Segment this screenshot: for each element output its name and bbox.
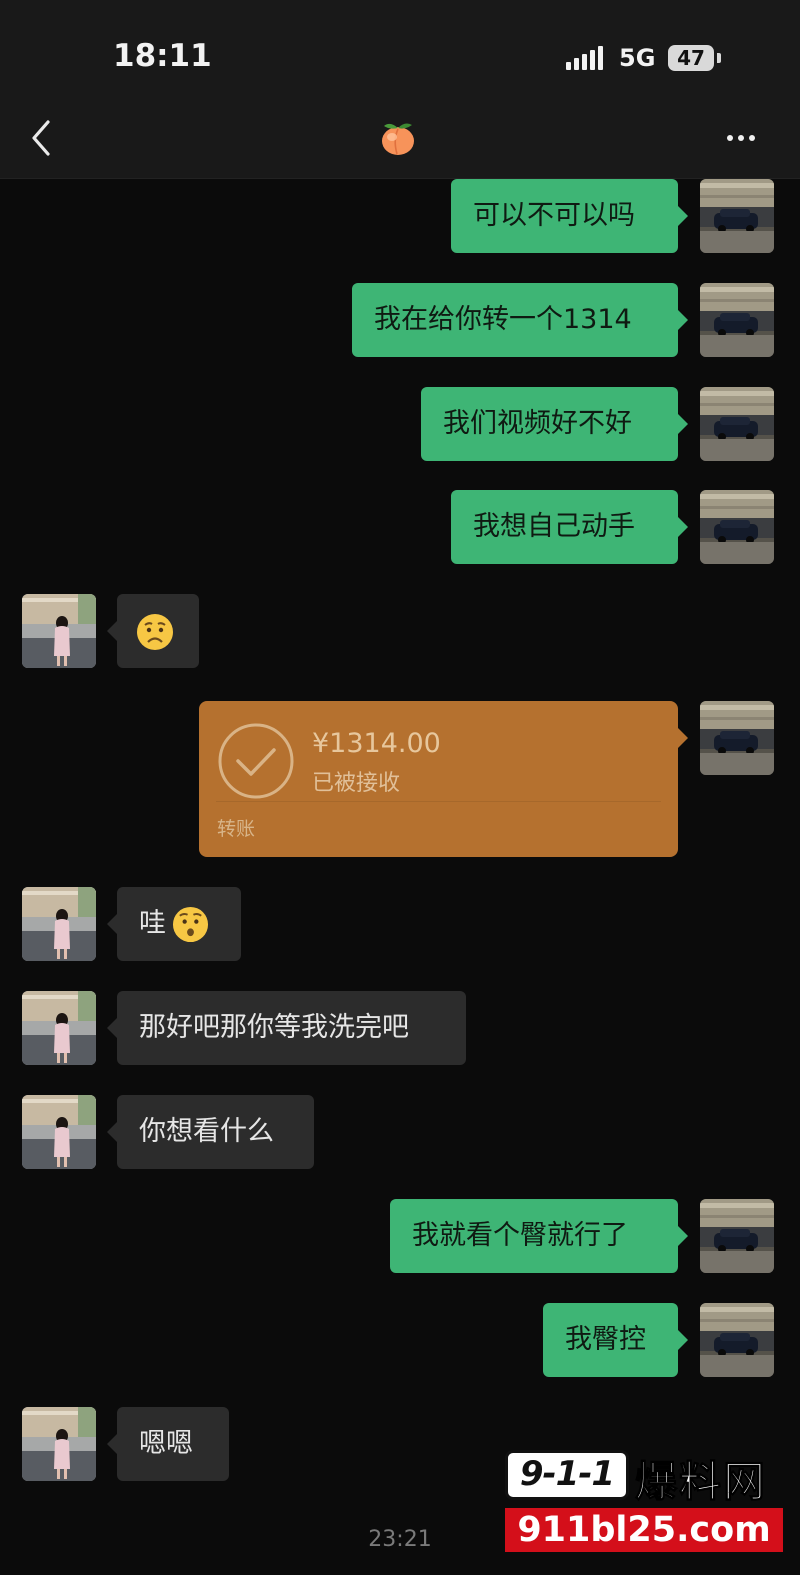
contact-avatar[interactable] bbox=[22, 991, 96, 1065]
my-avatar[interactable] bbox=[700, 701, 774, 775]
message-bubble-outgoing[interactable]: 我就看个臀就行了 bbox=[390, 1199, 688, 1273]
network-type: 5G bbox=[619, 44, 656, 72]
transfer-card[interactable]: ¥1314.00 已被接收 转账 bbox=[199, 701, 688, 857]
battery-icon: 47 bbox=[668, 45, 714, 71]
more-button[interactable] bbox=[727, 135, 760, 141]
message-bubble-incoming[interactable]: 嗯嗯 bbox=[107, 1407, 229, 1481]
worried-face-emoji bbox=[137, 614, 173, 650]
back-button[interactable] bbox=[30, 118, 54, 162]
chat-header bbox=[0, 100, 800, 179]
watermark: 9-1-1 爆料网 911bl25.com bbox=[505, 1450, 783, 1560]
my-avatar[interactable] bbox=[700, 283, 774, 357]
watermark-url: 911bl25.com bbox=[505, 1508, 783, 1552]
status-time: 18:11 bbox=[113, 38, 212, 74]
chevron-left-icon bbox=[32, 120, 50, 156]
message-bubble-incoming[interactable]: 哇 bbox=[107, 887, 241, 961]
battery-tip bbox=[717, 53, 721, 63]
hushed-face-emoji bbox=[172, 906, 209, 943]
transfer-label: 转账 bbox=[217, 818, 256, 840]
check-circle-icon bbox=[218, 723, 294, 799]
message-bubble-incoming[interactable]: 那好吧那你等我洗完吧 bbox=[107, 991, 466, 1065]
contact-avatar[interactable] bbox=[22, 1095, 96, 1169]
message-bubble-incoming[interactable]: 你想看什么 bbox=[107, 1095, 314, 1169]
signal-icon bbox=[566, 46, 606, 70]
message-bubble-incoming[interactable] bbox=[107, 594, 199, 668]
my-avatar[interactable] bbox=[700, 179, 774, 253]
my-avatar[interactable] bbox=[700, 490, 774, 564]
watermark-logo: 9-1-1 bbox=[505, 1450, 629, 1500]
contact-avatar[interactable] bbox=[22, 1407, 96, 1481]
message-bubble-outgoing[interactable]: 我们视频好不好 bbox=[421, 387, 688, 461]
message-bubble-outgoing[interactable]: 我想自己动手 bbox=[451, 490, 688, 564]
my-avatar[interactable] bbox=[700, 387, 774, 461]
transfer-divider bbox=[216, 801, 661, 802]
my-avatar[interactable] bbox=[700, 1303, 774, 1377]
peach-emoji bbox=[382, 123, 414, 155]
transfer-status: 已被接收 bbox=[312, 771, 401, 796]
message-bubble-outgoing[interactable]: 可以不可以吗 bbox=[451, 179, 688, 253]
message-bubble-outgoing[interactable]: 我臀控 bbox=[543, 1303, 688, 1377]
my-avatar[interactable] bbox=[700, 1199, 774, 1273]
message-text: 哇 bbox=[139, 908, 166, 939]
contact-avatar[interactable] bbox=[22, 887, 96, 961]
transfer-amount: ¥1314.00 bbox=[312, 728, 441, 759]
watermark-name: 爆料网 bbox=[634, 1457, 768, 1507]
message-bubble-outgoing[interactable]: 我在给你转一个1314 bbox=[352, 283, 688, 357]
contact-avatar[interactable] bbox=[22, 594, 96, 668]
status-bar: 18:11 5G 47 bbox=[0, 0, 800, 100]
